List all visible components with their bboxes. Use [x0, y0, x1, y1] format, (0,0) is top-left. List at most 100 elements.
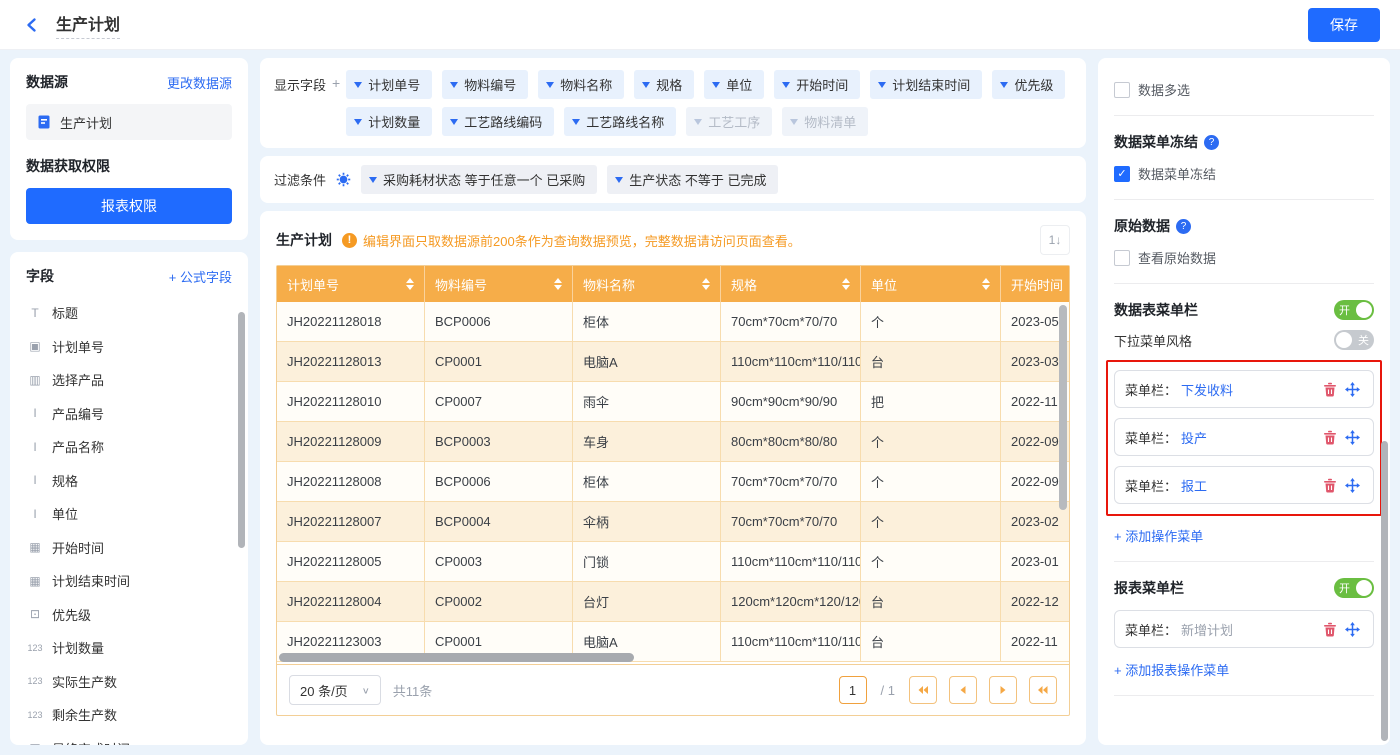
menu-bar-value[interactable]: 投产 — [1181, 428, 1319, 447]
document-icon — [36, 114, 52, 130]
move-handle-icon[interactable] — [1341, 478, 1363, 493]
add-report-action-menu-link[interactable]: + 添加报表操作菜单 — [1114, 660, 1229, 679]
display-field-chip-计划数量[interactable]: 计划数量 — [346, 107, 432, 136]
add-action-menu-link[interactable]: + 添加操作菜单 — [1114, 526, 1203, 545]
display-field-chip-单位[interactable]: 单位 — [704, 70, 764, 99]
display-field-chip-工艺路线名称[interactable]: 工艺路线名称 — [564, 107, 676, 136]
menu-bar-item[interactable]: 菜单栏：新增计划 — [1114, 610, 1374, 648]
dropdown-style-toggle-off[interactable]: 关 — [1334, 330, 1374, 350]
table-row[interactable]: JH20221128007BCP0004伞柄70cm*70cm*70/70个20… — [277, 502, 1069, 542]
field-item-计划数量[interactable]: 123计划数量 — [26, 631, 232, 665]
change-datasource-link[interactable]: 更改数据源 — [167, 73, 232, 92]
menu-bar-item[interactable]: 菜单栏：报工 — [1114, 466, 1374, 504]
table-row[interactable]: JH20221128013CP0001电脑A110cm*110cm*110/11… — [277, 342, 1069, 382]
datasource-item[interactable]: 生产计划 — [26, 104, 232, 140]
formula-field-link[interactable]: + 公式字段 — [169, 267, 232, 286]
display-field-chip-物料编号[interactable]: 物料编号 — [442, 70, 528, 99]
field-item-开始时间[interactable]: ▦开始时间 — [26, 531, 232, 565]
sort-order-button[interactable]: 1↓ — [1040, 225, 1070, 255]
menu-bar-item[interactable]: 菜单栏：下发收料 — [1114, 370, 1374, 408]
filter-settings-gear-icon[interactable] — [336, 172, 351, 187]
sort-carets-icon[interactable] — [554, 278, 562, 290]
move-handle-icon[interactable] — [1341, 382, 1363, 397]
sort-carets-icon[interactable] — [982, 278, 990, 290]
column-header-物料编号[interactable]: 物料编号 — [425, 266, 573, 302]
raw-data-checkbox-row[interactable]: 查看原始数据 — [1114, 248, 1374, 267]
freeze-checkbox-row[interactable]: ✓ 数据菜单冻结 — [1114, 164, 1374, 183]
data-menu-toggle-on[interactable]: 开 — [1334, 300, 1374, 320]
freeze-checkbox[interactable]: ✓ — [1114, 166, 1130, 182]
menu-bar-item[interactable]: 菜单栏：投产 — [1114, 418, 1374, 456]
help-icon[interactable]: ? — [1176, 219, 1191, 234]
delete-trash-icon[interactable] — [1319, 478, 1341, 493]
menu-bar-value[interactable]: 新增计划 — [1181, 620, 1319, 639]
field-item-最终完成时间[interactable]: ▦最终完成时间 — [26, 732, 232, 746]
table-row[interactable]: JH20221128010CP0007雨伞90cm*90cm*90/90把202… — [277, 382, 1069, 422]
menu-bar-value[interactable]: 报工 — [1181, 476, 1319, 495]
sort-carets-icon[interactable] — [702, 278, 710, 290]
fields-scrollbar[interactable] — [238, 312, 245, 548]
report-menu-toggle-on[interactable]: 开 — [1334, 578, 1374, 598]
field-item-计划结束时间[interactable]: ▦计划结束时间 — [26, 564, 232, 598]
back-button[interactable] — [20, 13, 44, 37]
field-item-规格[interactable]: I规格 — [26, 464, 232, 498]
column-header-单位[interactable]: 单位 — [861, 266, 1001, 302]
field-item-剩余生产数[interactable]: 123剩余生产数 — [26, 698, 232, 732]
table-cell: 把 — [861, 382, 1001, 422]
field-item-计划单号[interactable]: ▣计划单号 — [26, 330, 232, 364]
table-horizontal-scrollbar[interactable] — [279, 653, 634, 662]
table-row[interactable]: JH20221128018BCP0006柜体70cm*70cm*70/70个20… — [277, 302, 1069, 342]
column-header-物料名称[interactable]: 物料名称 — [573, 266, 721, 302]
column-header-开始时间[interactable]: 开始时间 — [1001, 266, 1069, 302]
field-item-选择产品[interactable]: ▥选择产品 — [26, 363, 232, 397]
display-field-chip-规格[interactable]: 规格 — [634, 70, 694, 99]
last-page-button[interactable] — [1029, 676, 1057, 704]
column-header-规格[interactable]: 规格 — [721, 266, 861, 302]
display-field-chip-物料清单[interactable]: 物料清单 — [782, 107, 868, 136]
move-handle-icon[interactable] — [1341, 430, 1363, 445]
page-number-input[interactable]: 1 — [839, 676, 867, 704]
sort-carets-icon[interactable] — [842, 278, 850, 290]
table-vertical-scrollbar[interactable] — [1059, 305, 1067, 510]
display-fields-card: 显示字段 + 计划单号物料编号物料名称规格单位开始时间计划结束时间优先级计划数量… — [260, 58, 1086, 148]
prev-page-button[interactable] — [949, 676, 977, 704]
field-item-优先级[interactable]: ⊡优先级 — [26, 598, 232, 632]
table-row[interactable]: JH20221128008BCP0006柜体70cm*70cm*70/70个20… — [277, 462, 1069, 502]
first-page-button[interactable] — [909, 676, 937, 704]
move-handle-icon[interactable] — [1341, 622, 1363, 637]
next-page-button[interactable] — [989, 676, 1017, 704]
save-button[interactable]: 保存 — [1308, 8, 1380, 42]
multi-select-checkbox-row[interactable]: 数据多选 — [1114, 80, 1374, 99]
field-item-单位[interactable]: I单位 — [26, 497, 232, 531]
display-field-chip-计划结束时间[interactable]: 计划结束时间 — [870, 70, 982, 99]
delete-trash-icon[interactable] — [1319, 430, 1341, 445]
page-size-select[interactable]: 20 条/页 ∨ — [289, 675, 381, 705]
display-field-chip-开始时间[interactable]: 开始时间 — [774, 70, 860, 99]
column-header-计划单号[interactable]: 计划单号 — [277, 266, 425, 302]
chip-label: 计划结束时间 — [892, 75, 970, 94]
table-row[interactable]: JH20221128009BCP0003车身80cm*80cm*80/80个20… — [277, 422, 1069, 462]
add-display-field-button[interactable]: + — [332, 75, 340, 91]
display-field-chip-工艺路线编码[interactable]: 工艺路线编码 — [442, 107, 554, 136]
raw-data-checkbox[interactable] — [1114, 250, 1130, 266]
field-item-实际生产数[interactable]: 123实际生产数 — [26, 665, 232, 699]
display-field-chip-物料名称[interactable]: 物料名称 — [538, 70, 624, 99]
field-item-产品名称[interactable]: I产品名称 — [26, 430, 232, 464]
table-row[interactable]: JH20221128005CP0003门锁110cm*110cm*110/110… — [277, 542, 1069, 582]
table-row[interactable]: JH20221128004CP0002台灯120cm*120cm*120/120… — [277, 582, 1069, 622]
delete-trash-icon[interactable] — [1319, 382, 1341, 397]
sort-carets-icon[interactable] — [406, 278, 414, 290]
field-item-标题[interactable]: T标题 — [26, 296, 232, 330]
menu-bar-value[interactable]: 下发收料 — [1181, 380, 1319, 399]
settings-scrollbar[interactable] — [1381, 441, 1388, 741]
field-item-产品编号[interactable]: I产品编号 — [26, 397, 232, 431]
delete-trash-icon[interactable] — [1319, 622, 1341, 637]
multi-select-checkbox[interactable] — [1114, 82, 1130, 98]
display-field-chip-工艺工序[interactable]: 工艺工序 — [686, 107, 772, 136]
display-field-chip-计划单号[interactable]: 计划单号 — [346, 70, 432, 99]
help-icon[interactable]: ? — [1204, 135, 1219, 150]
filter-chip[interactable]: 采购耗材状态 等于任意一个 已采购 — [361, 165, 597, 194]
filter-chip[interactable]: 生产状态 不等于 已完成 — [607, 165, 778, 194]
report-permission-button[interactable]: 报表权限 — [26, 188, 232, 224]
display-field-chip-优先级[interactable]: 优先级 — [992, 70, 1065, 99]
